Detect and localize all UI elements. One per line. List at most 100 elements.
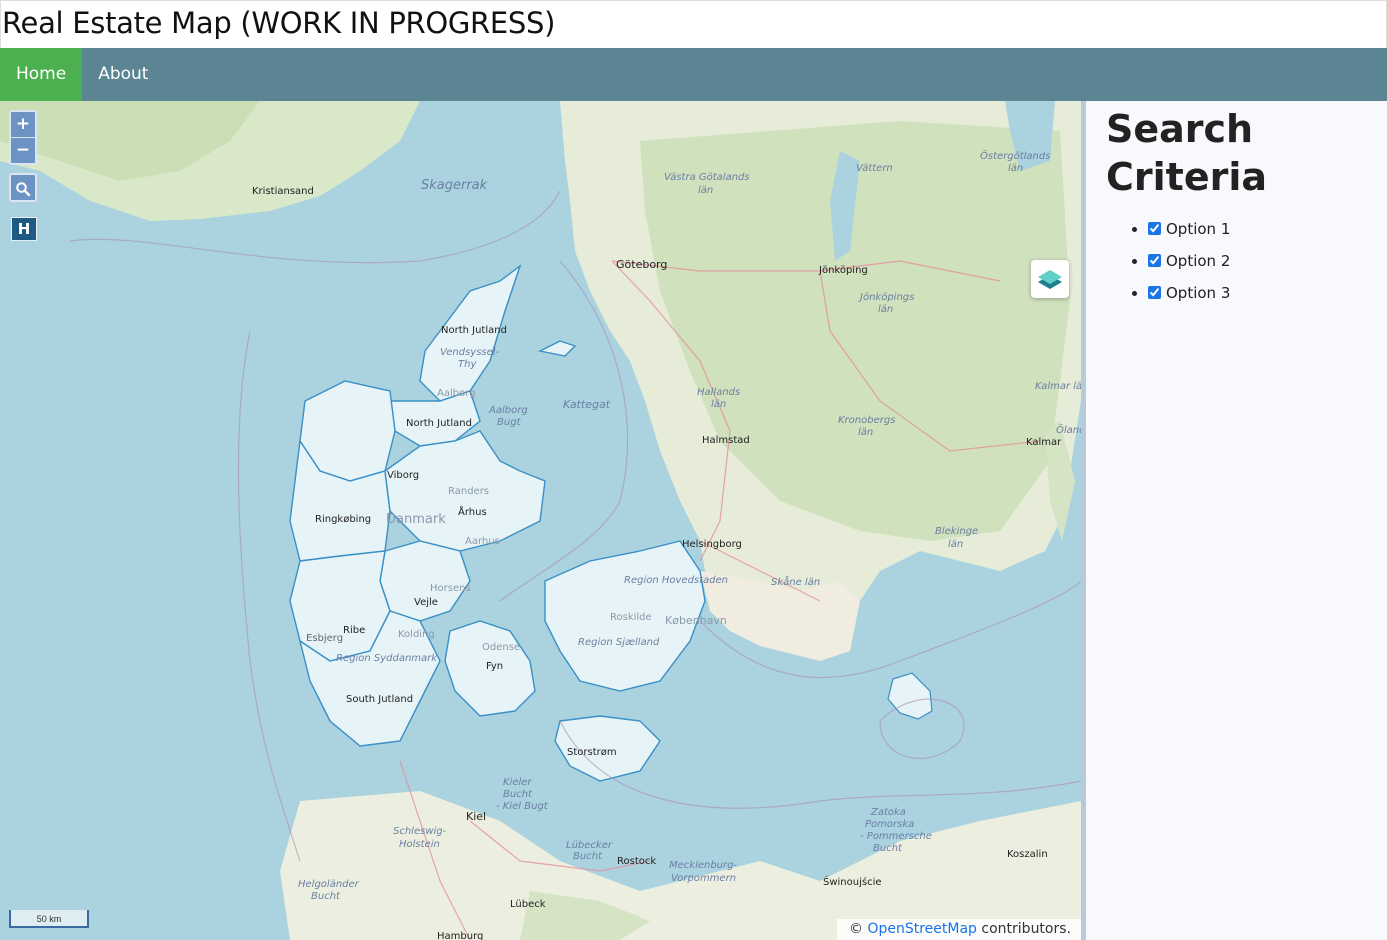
- svg-text:Region Hovedstaden: Region Hovedstaden: [624, 575, 728, 586]
- svg-text:Thy: Thy: [458, 359, 477, 370]
- svg-text:Kristiansand: Kristiansand: [252, 186, 314, 197]
- svg-text:North Jutland: North Jutland: [441, 325, 507, 336]
- svg-text:Bucht: Bucht: [873, 843, 903, 854]
- svg-text:Bucht: Bucht: [311, 891, 341, 902]
- option-3-checkbox[interactable]: [1148, 286, 1161, 299]
- svg-text:Świnoujście: Świnoujście: [823, 875, 882, 888]
- svg-text:Helgoländer: Helgoländer: [298, 879, 360, 890]
- svg-text:Göteborg: Göteborg: [616, 258, 667, 271]
- zoom-out-button[interactable]: −: [11, 137, 35, 163]
- svg-text:Ribe: Ribe: [343, 625, 365, 636]
- svg-text:Schleswig-: Schleswig-: [393, 826, 447, 837]
- svg-text:København: København: [665, 614, 727, 627]
- svg-text:Aalborg: Aalborg: [437, 388, 476, 399]
- svg-text:Kattegat: Kattegat: [563, 398, 611, 411]
- svg-text:Ringkøbing: Ringkøbing: [315, 514, 371, 525]
- svg-text:Storstrøm: Storstrøm: [567, 747, 617, 758]
- svg-text:Århus: Århus: [458, 505, 487, 518]
- svg-text:- Pommersche: - Pommersche: [860, 831, 932, 842]
- svg-text:Koszalin: Koszalin: [1007, 849, 1048, 860]
- svg-text:Västra Götalands: Västra Götalands: [664, 172, 750, 183]
- map-search-button[interactable]: [9, 173, 37, 202]
- layers-icon: [1038, 270, 1062, 289]
- svg-text:Östergötlands: Östergötlands: [980, 149, 1050, 162]
- layer-switcher-button[interactable]: [1031, 260, 1069, 298]
- search-criteria-panel: Search Criteria Option 1 Option 2 Option…: [1086, 101, 1387, 940]
- svg-text:Kalmar lä: Kalmar lä: [1035, 381, 1081, 392]
- svg-text:Viborg: Viborg: [387, 470, 419, 481]
- page-header: Real Estate Map (WORK IN PROGRESS): [0, 0, 1387, 48]
- svg-text:Bucht: Bucht: [503, 789, 533, 800]
- svg-text:Kronobergs: Kronobergs: [838, 415, 895, 426]
- svg-text:Pomorska: Pomorska: [865, 819, 914, 830]
- copyright-symbol: ©: [849, 921, 864, 937]
- svg-text:Rostock: Rostock: [617, 856, 656, 867]
- svg-text:Kolding: Kolding: [398, 629, 435, 640]
- svg-text:Kiel: Kiel: [466, 810, 486, 823]
- svg-text:Halmstad: Halmstad: [702, 435, 750, 446]
- svg-text:Lübeck: Lübeck: [510, 899, 546, 910]
- svg-text:län: län: [858, 427, 873, 438]
- top-navigation: Home About: [0, 48, 1387, 101]
- svg-text:Esbjerg: Esbjerg: [306, 633, 343, 644]
- svg-text:Skåne län: Skåne län: [771, 575, 820, 588]
- openstreetmap-link[interactable]: OpenStreetMap: [867, 921, 976, 937]
- svg-text:län: län: [711, 399, 726, 410]
- svg-text:Randers: Randers: [448, 486, 489, 497]
- list-item: Option 3: [1148, 277, 1387, 309]
- svg-text:Jönköping: Jönköping: [818, 265, 868, 276]
- svg-text:Kieler: Kieler: [503, 777, 532, 788]
- svg-text:Vorpommern: Vorpommern: [671, 873, 736, 884]
- svg-text:Hamburg: Hamburg: [437, 931, 483, 940]
- svg-text:Blekinge: Blekinge: [935, 526, 978, 537]
- svg-text:Helsingborg: Helsingborg: [682, 539, 742, 550]
- svg-text:län: län: [948, 539, 963, 550]
- nav-home-link[interactable]: Home: [0, 48, 83, 101]
- scale-bar: 50 km: [9, 910, 89, 928]
- svg-text:Zatoka: Zatoka: [870, 807, 906, 818]
- option-3-label: Option 3: [1166, 284, 1231, 302]
- map-view[interactable]: Kristiansand Göteborg Jönköping Halmstad…: [0, 101, 1081, 940]
- svg-text:Jönköpings: Jönköpings: [858, 292, 914, 303]
- svg-text:Vendsyssel-: Vendsyssel-: [440, 347, 500, 358]
- svg-text:Horsens: Horsens: [430, 583, 471, 594]
- svg-text:Holstein: Holstein: [399, 839, 440, 850]
- svg-text:Vejle: Vejle: [414, 597, 438, 608]
- option-2-checkbox[interactable]: [1148, 254, 1161, 267]
- svg-text:Fyn: Fyn: [486, 661, 503, 672]
- svg-text:Hallands: Hallands: [697, 387, 740, 398]
- search-criteria-title: Search Criteria: [1106, 107, 1267, 199]
- svg-text:län: län: [878, 304, 893, 315]
- option-1-checkbox[interactable]: [1148, 222, 1161, 235]
- attribution-suffix: contributors.: [981, 921, 1071, 937]
- zoom-in-button[interactable]: +: [11, 112, 35, 137]
- svg-text:North Jutland: North Jutland: [406, 418, 472, 429]
- svg-text:Lübecker: Lübecker: [566, 840, 613, 851]
- svg-text:Odense: Odense: [482, 642, 520, 653]
- zoom-control: + −: [9, 110, 37, 165]
- svg-text:Vättern: Vättern: [856, 163, 893, 174]
- main-content: Kristiansand Göteborg Jönköping Halmstad…: [0, 101, 1387, 940]
- option-1-label: Option 1: [1166, 220, 1231, 238]
- nav-about-link[interactable]: About: [82, 48, 164, 101]
- svg-text:län: län: [1008, 163, 1023, 174]
- home-extent-button[interactable]: H: [11, 217, 37, 241]
- svg-text:län: län: [698, 185, 713, 196]
- page-title: Real Estate Map (WORK IN PROGRESS): [2, 6, 556, 40]
- svg-text:Region Syddanmark: Region Syddanmark: [336, 653, 438, 664]
- option-2-label: Option 2: [1166, 252, 1231, 270]
- svg-text:Öland: Öland: [1056, 423, 1081, 436]
- search-icon: [16, 181, 31, 196]
- map-attribution: © OpenStreetMap contributors.: [837, 919, 1081, 940]
- svg-text:Danmark: Danmark: [386, 512, 446, 527]
- list-item: Option 2: [1148, 245, 1387, 277]
- svg-text:Kalmar: Kalmar: [1026, 437, 1062, 448]
- svg-text:- Kiel Bugt: - Kiel Bugt: [496, 801, 549, 812]
- options-list: Option 1 Option 2 Option 3: [1106, 213, 1387, 309]
- svg-text:Region Sjælland: Region Sjælland: [578, 637, 660, 648]
- basemap: Kristiansand Göteborg Jönköping Halmstad…: [0, 101, 1081, 940]
- svg-text:Bugt: Bugt: [497, 417, 522, 428]
- svg-text:Aarhus: Aarhus: [465, 536, 500, 547]
- bornholm: [887, 672, 933, 720]
- svg-text:Aalborg: Aalborg: [488, 405, 528, 416]
